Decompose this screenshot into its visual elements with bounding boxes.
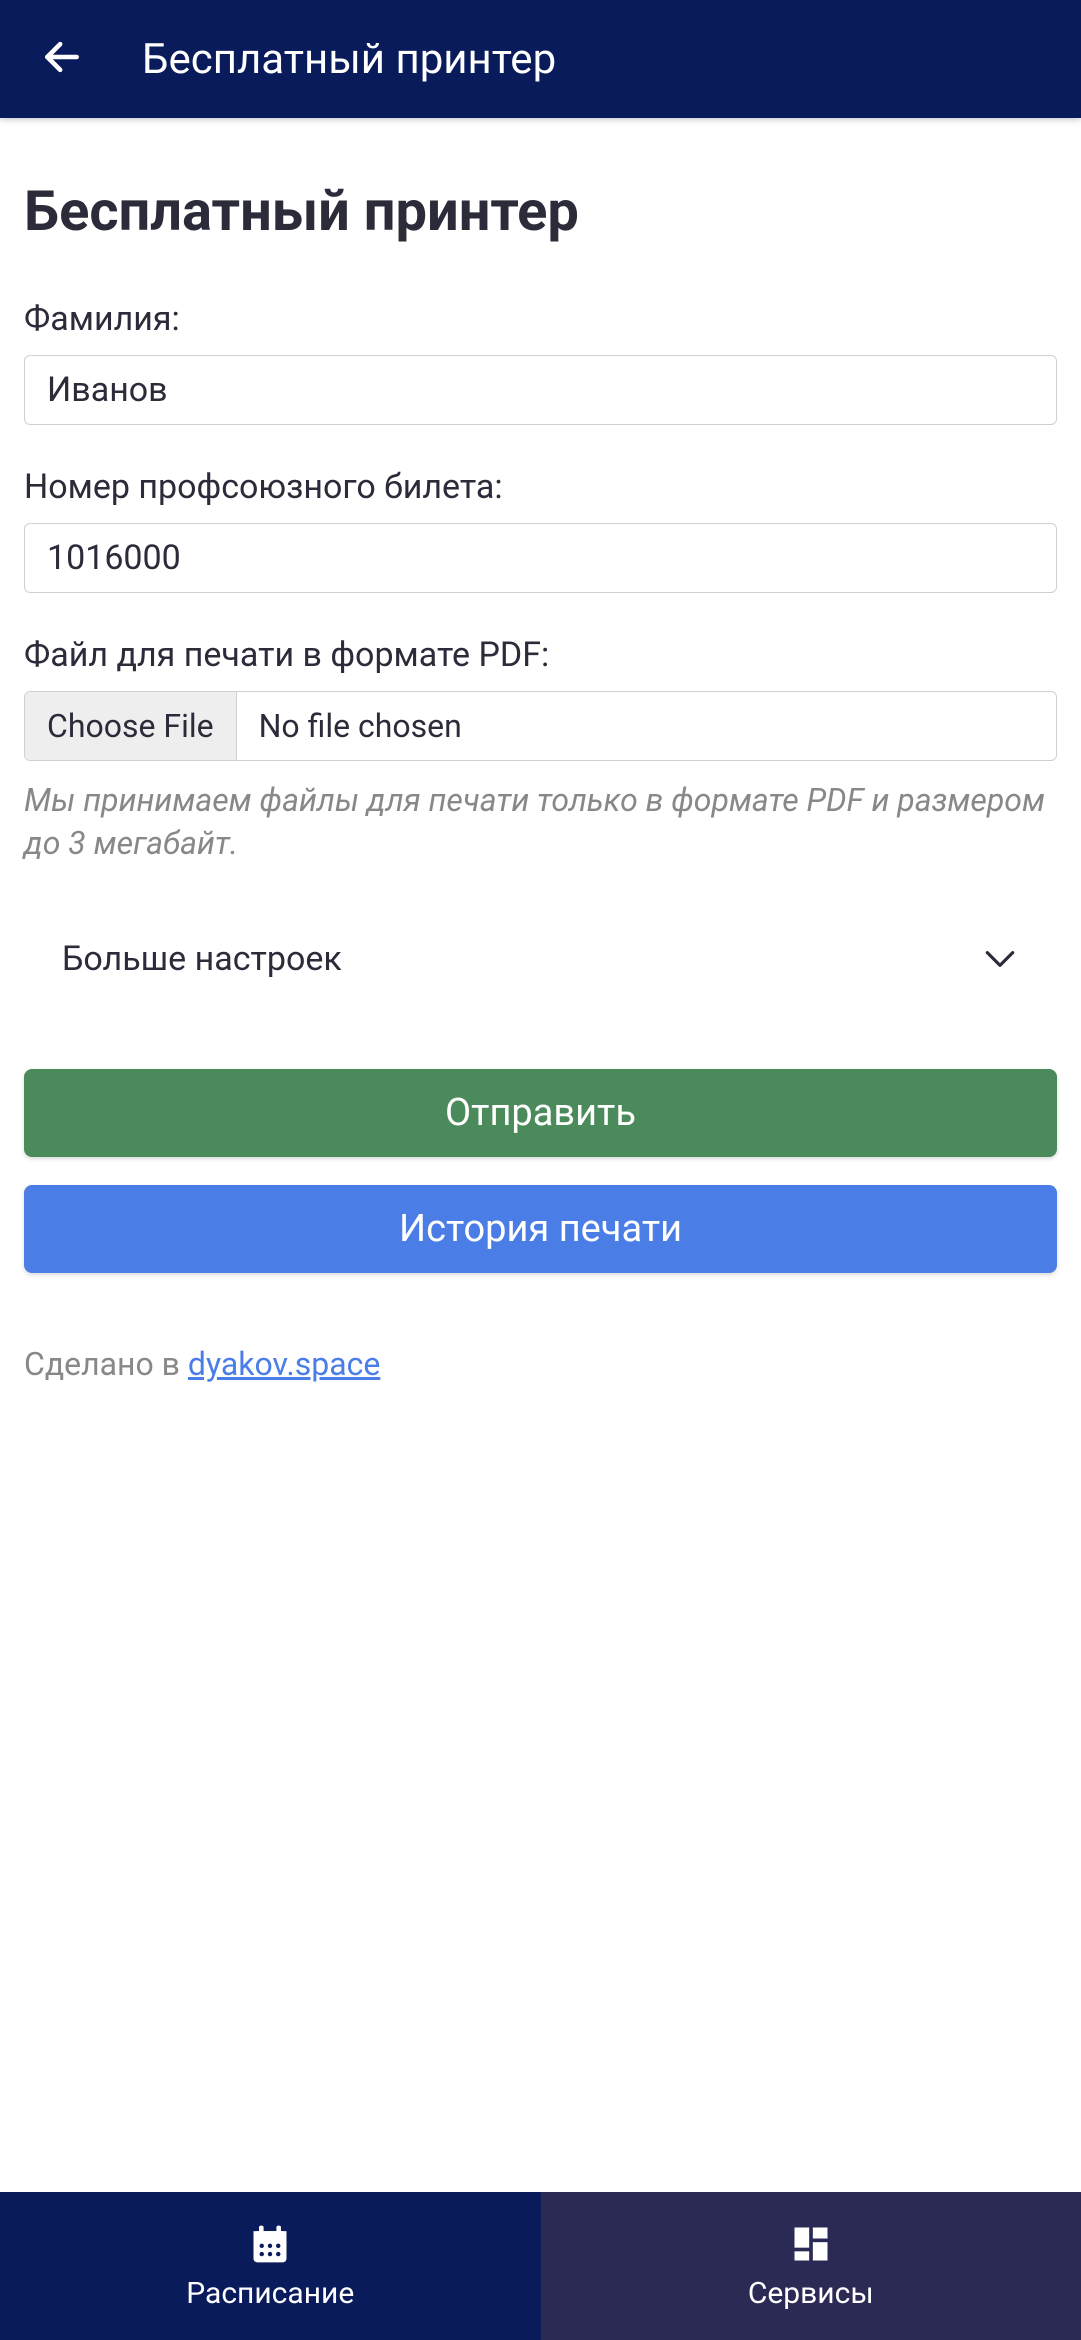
footer-credit: Сделано в dyakov.space — [24, 1345, 1057, 1383]
bottom-nav: Расписание Сервисы — [0, 2192, 1081, 2340]
chevron-down-icon — [981, 940, 1019, 978]
main-content: Бесплатный принтер Фамилия: Номер профсо… — [0, 118, 1081, 2192]
ticket-input[interactable] — [24, 523, 1057, 593]
more-settings-expander[interactable]: Больше настроек — [24, 917, 1057, 1001]
submit-button[interactable]: Отправить — [24, 1069, 1057, 1157]
file-helper-text: Мы принимаем файлы для печати только в ф… — [24, 779, 1057, 865]
grid-icon — [789, 2222, 833, 2266]
header-title: Бесплатный принтер — [142, 35, 556, 84]
nav-services[interactable]: Сервисы — [541, 2192, 1081, 2340]
page-title: Бесплатный принтер — [24, 178, 1057, 244]
ticket-field-group: Номер профсоюзного билета: — [24, 467, 1057, 593]
calendar-icon — [248, 2222, 292, 2266]
surname-input[interactable] — [24, 355, 1057, 425]
surname-label: Фамилия: — [24, 299, 1057, 339]
nav-schedule[interactable]: Расписание — [0, 2192, 541, 2340]
made-in-text: Сделано в — [24, 1345, 188, 1383]
back-arrow-icon — [40, 35, 84, 83]
choose-file-button[interactable]: Choose File — [25, 692, 237, 760]
expander-label: Больше настроек — [62, 939, 342, 979]
app-header: Бесплатный принтер — [0, 0, 1081, 118]
file-label: Файл для печати в формате PDF: — [24, 635, 1057, 675]
ticket-label: Номер профсоюзного билета: — [24, 467, 1057, 507]
nav-schedule-label: Расписание — [186, 2276, 354, 2311]
back-button[interactable] — [40, 35, 84, 83]
file-input-row: Choose File No file chosen — [24, 691, 1057, 761]
history-button[interactable]: История печати — [24, 1185, 1057, 1273]
credit-link[interactable]: dyakov.space — [188, 1345, 380, 1383]
file-field-group: Файл для печати в формате PDF: Choose Fi… — [24, 635, 1057, 865]
surname-field-group: Фамилия: — [24, 299, 1057, 425]
nav-services-label: Сервисы — [748, 2276, 874, 2311]
file-status-text: No file chosen — [237, 692, 1056, 760]
